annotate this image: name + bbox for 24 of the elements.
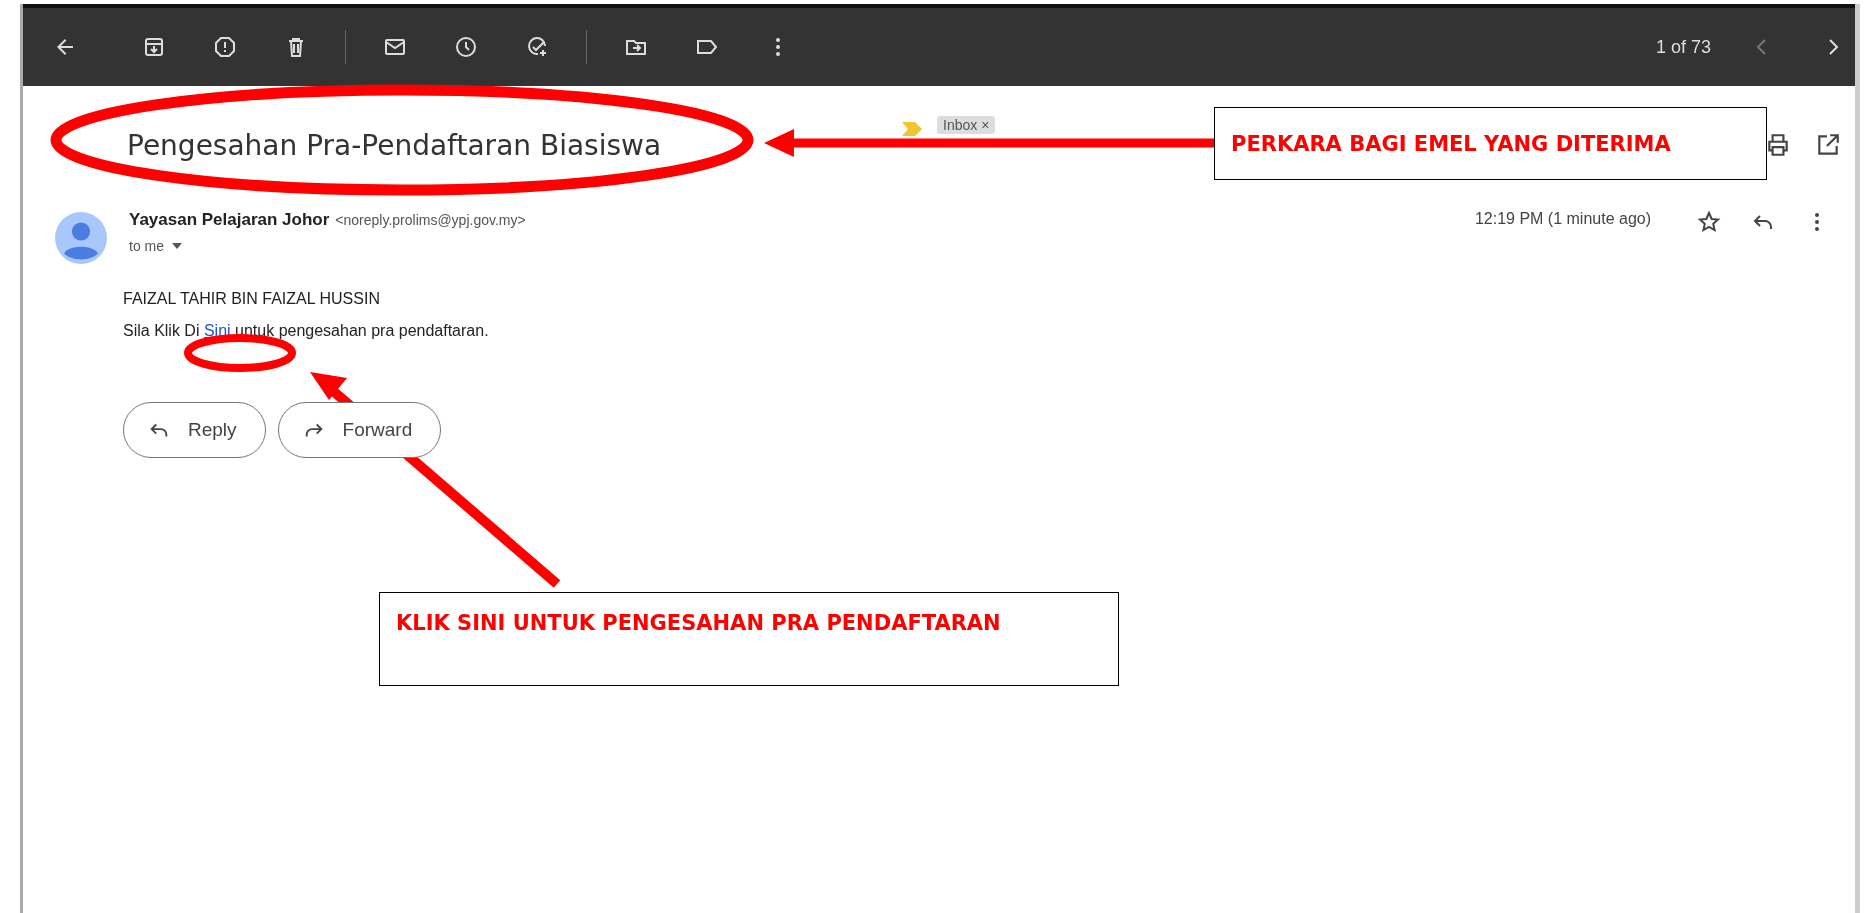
- archive-icon[interactable]: [142, 35, 166, 59]
- page-counter: 1 of 73: [1655, 36, 1711, 58]
- recipient-text: to me: [129, 238, 164, 254]
- reply-button[interactable]: Reply: [123, 402, 266, 458]
- body-text: FAIZAL TAHIR BIN FAIZAL HUSSIN: [123, 290, 381, 308]
- remove-label-button[interactable]: ×: [981, 117, 990, 133]
- report-spam-icon[interactable]: [213, 35, 237, 59]
- print-icon[interactable]: [1765, 132, 1791, 158]
- sender-address: <noreply.prolims@ypj.gov.my>: [335, 212, 526, 228]
- forward-button[interactable]: Forward: [277, 402, 442, 458]
- sender-name: Yayasan Pelajaran Johor: [129, 210, 330, 230]
- star-icon[interactable]: [1697, 210, 1721, 234]
- add-task-icon[interactable]: [525, 35, 549, 59]
- email-subject: Pengesahan Pra-Pendaftaran Biasiswa: [127, 128, 662, 162]
- caret-icon[interactable]: [172, 243, 182, 249]
- annotation-text: KLIK SINI UNTUK PENGESAHAN PRA PENDAFTARAN: [396, 611, 1001, 635]
- open-new-window-icon[interactable]: [1815, 132, 1841, 158]
- importance-marker-icon[interactable]: [901, 122, 924, 136]
- annotation-text: PERKARA BAGI EMEL YANG DITERIMA: [1231, 131, 1671, 156]
- timestamp: 12:19 PM (1 minute ago): [1474, 210, 1651, 228]
- inbox-label[interactable]: Inbox ×: [937, 116, 996, 134]
- clock-icon[interactable]: [454, 35, 478, 59]
- link[interactable]: Sini: [203, 322, 231, 339]
- avatar-icon: [55, 212, 107, 264]
